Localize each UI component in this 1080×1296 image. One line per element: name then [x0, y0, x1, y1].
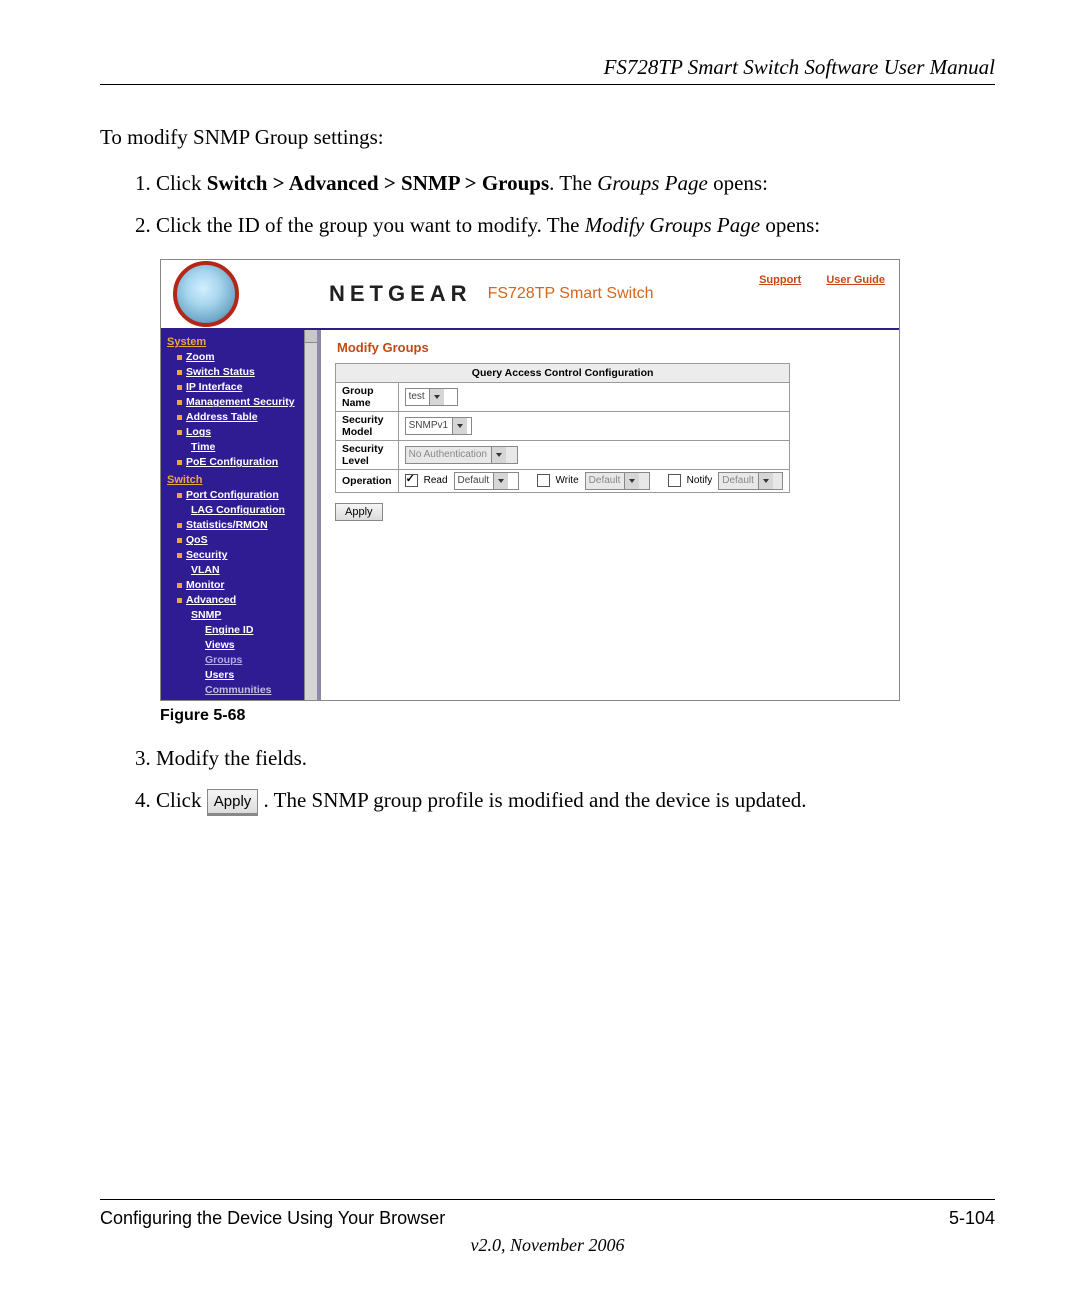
sidebar-item-switch-status[interactable]: Switch Status [161, 365, 317, 380]
notify-checkbox[interactable] [668, 474, 681, 487]
sidebar-item-ip-interface[interactable]: IP Interface [161, 380, 317, 395]
group-name-label: Group Name [336, 382, 399, 411]
sidebar-item-zoom[interactable]: Zoom [161, 350, 317, 365]
sidebar-sub2-views[interactable]: Views [161, 638, 317, 653]
sidebar-sub2-engine-id[interactable]: Engine ID [161, 623, 317, 638]
step2-b: opens: [760, 213, 820, 237]
security-level-value: No Authentication [409, 449, 487, 460]
read-label: Read [424, 475, 448, 486]
sidebar-sub-time[interactable]: Time [161, 440, 317, 455]
config-table-header: Query Access Control Configuration [336, 363, 790, 382]
panel-title: Modify Groups [337, 340, 885, 355]
chevron-down-icon [491, 447, 506, 463]
chevron-down-icon [429, 389, 444, 405]
write-label: Write [556, 475, 579, 486]
product-text: FS728TP Smart Switch [488, 285, 654, 303]
security-model-value: SNMPv1 [409, 420, 448, 431]
read-select-value: Default [458, 475, 490, 486]
security-level-select[interactable]: No Authentication [405, 446, 518, 464]
step2-page: Modify Groups Page [585, 213, 760, 237]
sidebar-scrollbar[interactable] [304, 330, 317, 700]
chevron-down-icon [493, 473, 508, 489]
config-table: Query Access Control Configuration Group… [335, 363, 790, 493]
chevron-down-icon [452, 418, 467, 434]
sidebar-item-advanced[interactable]: Advanced [161, 593, 317, 608]
security-model-select[interactable]: SNMPv1 [405, 417, 472, 435]
chevron-down-icon [624, 473, 639, 489]
step1-path: Switch > Advanced > SNMP > Groups [207, 171, 549, 195]
write-checkbox[interactable] [537, 474, 550, 487]
step2-a: Click the ID of the group you want to mo… [156, 213, 585, 237]
sidebar-section-system[interactable]: System [161, 334, 317, 350]
read-select[interactable]: Default [454, 472, 519, 490]
operation-label: Operation [336, 469, 399, 492]
group-name-value: test [409, 391, 425, 402]
figure-caption: Figure 5-68 [160, 707, 995, 725]
inline-apply-button: Apply [207, 789, 259, 817]
sidebar-sub-lag-config[interactable]: LAG Configuration [161, 503, 317, 518]
main-panel: Modify Groups Query Access Control Confi… [317, 330, 899, 700]
security-model-label: Security Model [336, 411, 399, 440]
step4-a: Click [156, 788, 207, 812]
write-select-value: Default [589, 475, 621, 486]
step1-a: Click [156, 171, 207, 195]
sidebar-sub2-communities[interactable]: Communities [161, 683, 317, 698]
group-name-select[interactable]: test [405, 388, 458, 406]
step-2: Click the ID of the group you want to mo… [156, 210, 995, 240]
notify-select-value: Default [722, 475, 754, 486]
sidebar-section-switch[interactable]: Switch [161, 472, 317, 488]
support-link[interactable]: Support [759, 274, 801, 286]
sidebar-sub-vlan[interactable]: VLAN [161, 563, 317, 578]
chevron-down-icon [758, 473, 773, 489]
notify-select[interactable]: Default [718, 472, 783, 490]
sidebar-item-security[interactable]: Security [161, 548, 317, 563]
footer-page-number: 5-104 [949, 1208, 995, 1229]
apply-button[interactable]: Apply [335, 503, 383, 521]
screenshot: NETGEAR FS728TP Smart Switch Support Use… [160, 259, 900, 701]
screenshot-header: NETGEAR FS728TP Smart Switch Support Use… [161, 260, 899, 330]
page-title: FS728TP Smart Switch Software User Manua… [100, 55, 995, 85]
page-footer: Configuring the Device Using Your Browse… [100, 1199, 995, 1256]
step-4: Click Apply . The SNMP group profile is … [156, 785, 995, 816]
step1-c: opens: [708, 171, 768, 195]
intro-text: To modify SNMP Group settings: [100, 125, 995, 150]
sidebar-item-poe[interactable]: PoE Configuration [161, 455, 317, 470]
sidebar-item-address-table[interactable]: Address Table [161, 410, 317, 425]
netgear-logo-icon [173, 261, 239, 327]
sidebar: System Zoom Switch Status IP Interface M… [161, 330, 317, 700]
write-select[interactable]: Default [585, 472, 650, 490]
user-guide-link[interactable]: User Guide [826, 274, 885, 286]
security-level-label: Security Level [336, 440, 399, 469]
sidebar-item-qos[interactable]: QoS [161, 533, 317, 548]
brand-text: NETGEAR [329, 281, 472, 307]
sidebar-item-logs[interactable]: Logs [161, 425, 317, 440]
read-checkbox[interactable] [405, 474, 418, 487]
step1-page: Groups Page [597, 171, 708, 195]
footer-version: v2.0, November 2006 [100, 1235, 995, 1256]
sidebar-sub2-groups[interactable]: Groups [161, 653, 317, 668]
step4-b: . The SNMP group profile is modified and… [264, 788, 807, 812]
sidebar-item-monitor[interactable]: Monitor [161, 578, 317, 593]
sidebar-item-stats[interactable]: Statistics/RMON [161, 518, 317, 533]
sidebar-sub-snmp[interactable]: SNMP [161, 608, 317, 623]
step-1: Click Switch > Advanced > SNMP > Groups.… [156, 168, 995, 198]
sidebar-item-port-config[interactable]: Port Configuration [161, 488, 317, 503]
sidebar-item-management-security[interactable]: Management Security [161, 395, 317, 410]
sidebar-sub2-users[interactable]: Users [161, 668, 317, 683]
step1-b: . The [549, 171, 597, 195]
notify-label: Notify [687, 475, 713, 486]
step-3: Modify the fields. [156, 743, 995, 773]
footer-left: Configuring the Device Using Your Browse… [100, 1208, 445, 1229]
